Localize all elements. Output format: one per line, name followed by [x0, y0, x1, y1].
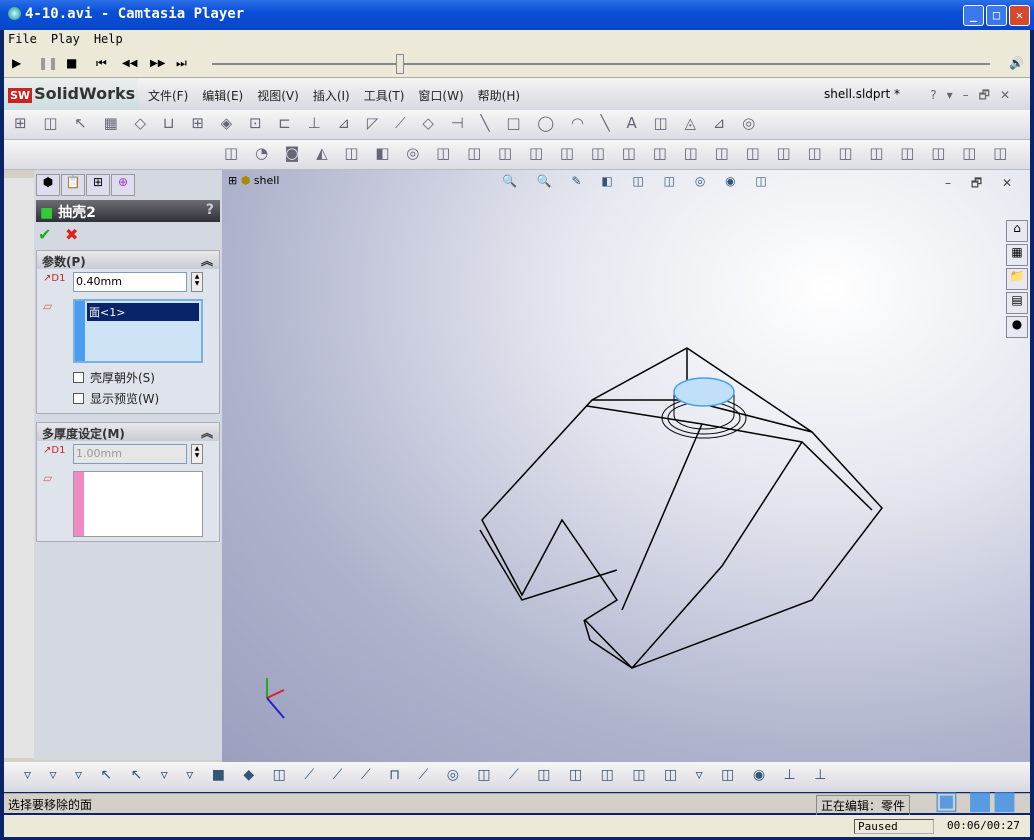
faces-list[interactable]: 面<1>	[73, 299, 203, 363]
sketch-side-strip	[4, 178, 34, 758]
thickness-icon: ↗D1	[43, 273, 66, 284]
watermark-logo: ▣ ■■	[934, 786, 1017, 816]
close-button[interactable]: ✕	[1009, 5, 1030, 26]
volume-icon[interactable]: 🔊	[1009, 56, 1024, 70]
skip-end-button[interactable]: ⏭	[176, 56, 187, 71]
face-icon: ▱	[43, 299, 53, 313]
config-tab[interactable]: ⊞	[86, 174, 110, 196]
skip-start-button[interactable]: ⏮	[96, 56, 107, 71]
sketch-toolbar[interactable]: ⊞ ◫ ↖ ▦ ◇ ⊔ ⊞ ◈ ⊡ ⊏ ⊥ ⊿ ◸ ⟋ ◇ ⊣ ╲ □ ◯ ◠ …	[4, 110, 1030, 140]
feature-title-bar: ■ 抽壳2?	[36, 200, 220, 222]
part-model	[266, 347, 883, 719]
menu-file[interactable]: File	[8, 32, 37, 46]
play-button[interactable]: ▶	[12, 56, 21, 70]
sw-menubar: SW SolidWorks 文件(F) 编辑(E) 视图(V) 插入(I) 工具(T) 窗口…	[4, 78, 1030, 110]
doc-controls[interactable]: ?▾–🗗✕	[930, 86, 1020, 107]
menu-help[interactable]: Help	[94, 32, 123, 46]
features-toolbar[interactable]: ◫ ◔ ◙ ◭ ◫ ◧ ◎ ◫ ◫ ◫ ◫ ◫ ◫ ◫ ◫ ◫ ◫ ◫ ◫ ◫ …	[4, 140, 1030, 170]
title-bar: 4-10.avi - Camtasia Player _ □ ✕	[0, 0, 1034, 30]
parameters-header[interactable]: 参数(P) ︽	[37, 251, 219, 269]
seek-thumb[interactable]	[396, 54, 404, 74]
feature-tree-tab[interactable]: ⬢	[36, 174, 60, 196]
play-time: 00:06/00:27	[947, 819, 1020, 832]
player-status-bar: Paused 00:06/00:27	[4, 815, 1030, 837]
multi-faces-list[interactable]	[73, 471, 203, 537]
cancel-button[interactable]: ✖	[65, 225, 78, 244]
document-name: shell.sldprt *	[824, 87, 900, 101]
sw-status-bar: 选择要移除的面 正在编辑：零件	[4, 793, 1030, 816]
menu-tools[interactable]: 工具(T)	[364, 89, 405, 103]
solidworks-logo: SW SolidWorks	[4, 78, 138, 110]
menu-window[interactable]: 窗口(W)	[418, 89, 463, 103]
shell-outward-checkbox[interactable]: 壳厚朝外(S)	[37, 367, 219, 388]
menu-insert[interactable]: 插入(I)	[313, 89, 350, 103]
multi-thickness-header[interactable]: 多厚度设定(M) ︽	[37, 423, 219, 441]
ok-button[interactable]: ✔	[38, 225, 51, 244]
thickness-icon: ↗D1	[43, 445, 66, 456]
solidworks-window: SW SolidWorks 文件(F) 编辑(E) 视图(V) 插入(I) 工具(T) 窗口…	[4, 78, 1030, 792]
graphics-area[interactable]: ⊞ ⬢ shell 🔍 🔍 ✎ ◧ ◫ ◫ ◎ ◉ ◫ – 🗗 ✕ ⌂ ▦ 📁 ▤ ●	[222, 170, 1030, 762]
editing-status: 正在编辑：零件	[816, 795, 911, 816]
multi-thickness-spinner[interactable]: ▲ ▼	[191, 444, 203, 464]
rewind-button[interactable]: ◀◀	[122, 58, 137, 69]
show-preview-checkbox[interactable]: 显示预览(W)	[37, 388, 219, 413]
multi-thickness-input[interactable]: 1.00mm	[73, 444, 187, 464]
menu-file[interactable]: 文件(F)	[148, 89, 188, 103]
thickness-input[interactable]: 0.40mm	[73, 272, 187, 292]
menu-help[interactable]: 帮助(H)	[478, 89, 520, 103]
thickness-spinner[interactable]: ▲ ▼	[191, 272, 203, 292]
menu-edit[interactable]: 编辑(E)	[202, 89, 243, 103]
face-icon: ▱	[43, 471, 53, 485]
menu-play[interactable]: Play	[51, 32, 80, 46]
status-hint: 选择要移除的面	[8, 798, 93, 812]
player-menu: File Play Help	[4, 30, 1030, 50]
property-manager: ⬢ 📋 ⊞ ⊕ ■ 抽壳2? ✔ ✖ 参数(P) ︽ ↗D1 0.40mm ▲ ▼ ▱ 面<1>…	[34, 170, 222, 760]
selection-filter-toolbar[interactable]: ▿ ▿ ▿ ↖ ↖ ▿ ▿ ■ ◆ ◫ ⟋ ⟋ ⟋ ⊓ ⟋ ◎ ◫ ⟋ ◫ ◫ …	[4, 762, 1030, 792]
face-item[interactable]: 面<1>	[87, 303, 199, 321]
stop-button[interactable]: ■	[66, 56, 77, 70]
axis-triad	[266, 678, 285, 719]
shell-icon: ■	[40, 205, 54, 221]
help-button[interactable]: ?	[206, 202, 214, 218]
maximize-button[interactable]: □	[986, 5, 1007, 26]
parameters-group: 参数(P) ︽ ↗D1 0.40mm ▲ ▼ ▱ 面<1> 壳厚朝外(S) 显示预览(W)	[36, 250, 220, 414]
play-state: Paused	[854, 819, 934, 834]
player-toolbar: ▶ ❚❚ ■ ⏮ ◀◀ ▶▶ ⏭ 🔊	[4, 50, 1030, 78]
pause-button[interactable]: ❚❚	[38, 56, 58, 70]
window-title: 4-10.avi - Camtasia Player	[25, 6, 245, 22]
forward-button[interactable]: ▶▶	[150, 58, 165, 69]
minimize-button[interactable]: _	[963, 5, 984, 26]
property-tab[interactable]: 📋	[61, 174, 85, 196]
multi-thickness-group: 多厚度设定(M) ︽ ↗D1 1.00mm ▲ ▼ ▱	[36, 422, 220, 542]
dimxpert-tab[interactable]: ⊕	[111, 174, 135, 196]
seek-bar[interactable]	[212, 63, 990, 65]
app-icon	[8, 7, 21, 20]
menu-view[interactable]: 视图(V)	[257, 89, 299, 103]
